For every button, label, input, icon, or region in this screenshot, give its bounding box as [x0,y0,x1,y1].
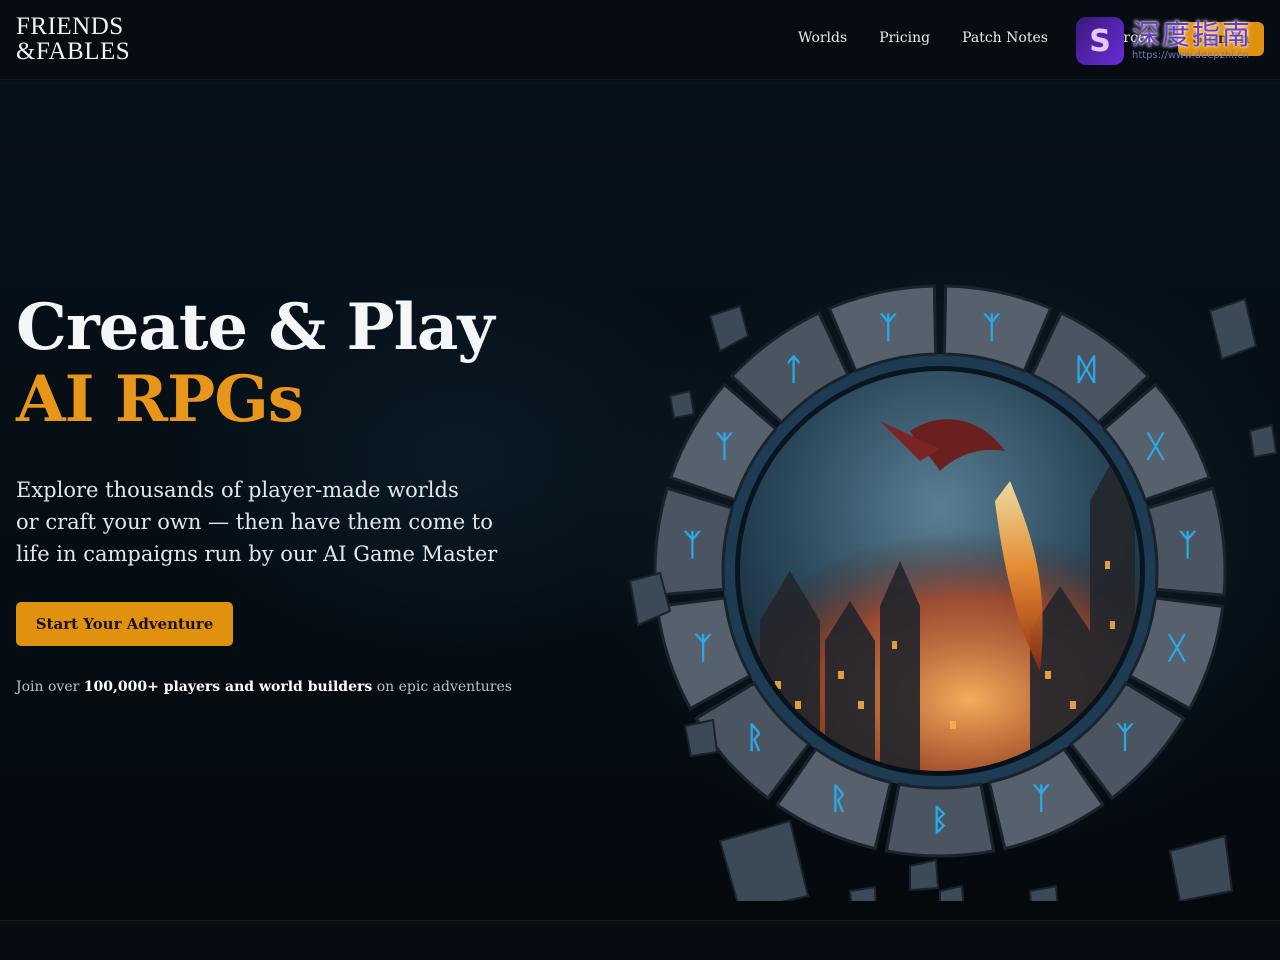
hero-subtitle-line: Explore thousands of player-made worlds [16,478,459,502]
page-footer-strip [0,920,1280,960]
nav-item-patch-notes[interactable]: Patch Notes [962,28,1048,48]
rune-glyph: ᛉ [1179,528,1197,563]
hero-subtitle: Explore thousands of player-made worlds … [16,474,536,570]
hero-title-line-1: Create & Play [16,290,495,365]
rune-glyph: ᛉ [715,430,733,465]
nav-item-worlds[interactable]: Worlds [798,28,847,48]
floating-rock [718,819,810,913]
logo-line-1: FRIENDS [16,13,124,40]
rune-glyph: ᚱ [830,781,848,816]
rune-glyph: ᛒ [931,803,949,838]
watermark-logo-icon: S [1076,17,1124,65]
rune-glyph: ᛏ [785,353,803,388]
floating-rock [1208,297,1258,361]
hero-subtitle-line: or craft your own — then have them come … [16,510,493,534]
watermark-url: https://www.deepzhi.cn [1132,50,1250,61]
nav-item-pricing[interactable]: Pricing [879,28,930,48]
rune-glyph: ᛉ [1032,781,1050,816]
brand-logo[interactable]: FRIENDS &FABLES [16,14,130,64]
rune-glyph: ᚷ [1167,631,1187,666]
rune-glyph: ᚱ [746,721,764,756]
floating-rock [939,884,966,913]
rune-glyph: ᛞ [1077,353,1095,388]
floating-rock [683,718,719,758]
floating-rock [1028,884,1060,915]
rune-portal-svg: ᛉ ᛞ ᚷ ᛉ ᚷ ᛉ ᛉ ᛒ ᚱ ᚱ ᛉ ᛉ ᛉ ᛏ ᛉ [628,284,1278,915]
rune-glyph: ᛉ [1116,721,1134,756]
rune-glyph: ᛉ [983,310,1001,345]
rune-portal-illustration: ᛉ ᛞ ᚷ ᛉ ᚷ ᛉ ᛉ ᛒ ᚱ ᚱ ᛉ ᛉ ᛉ ᛏ ᛉ [610,201,1280,915]
social-proof-prefix: Join over [16,679,80,695]
floating-rock [909,858,940,892]
hero-subtitle-line: life in campaigns run by our AI Game Mas… [16,542,498,566]
watermark-title: 深度指南 [1132,18,1253,51]
rune-glyph: ᛉ [683,528,701,563]
hero-title: Create & Play AI RPGs [16,290,495,437]
floating-rock [1248,423,1278,459]
floating-rock [708,304,750,353]
floating-rock [848,885,878,913]
rune-glyph: ᛉ [879,310,897,345]
start-adventure-button[interactable]: Start Your Adventure [16,602,233,646]
social-proof-count: 100,000+ players and world builders [83,679,373,695]
floating-rock [668,389,696,420]
watermark-badge: S 深度指南 https://www.deepzhi.cn [1076,16,1266,66]
hero-section: Create & Play AI RPGs Explore thousands … [0,81,1280,920]
floating-rock [1168,834,1234,903]
rune-glyph: ᛉ [694,631,712,666]
rune-glyph: ᚷ [1146,430,1166,465]
logo-line-2: &FABLES [16,38,131,65]
social-proof: Join over 100,000+ players and world bui… [16,679,512,695]
social-proof-suffix: on epic adventures [376,679,512,695]
site-header: FRIENDS &FABLES Worlds Pricing Patch Not… [0,0,1280,80]
landing-page: FRIENDS &FABLES Worlds Pricing Patch Not… [0,0,1280,960]
hero-title-line-2: AI RPGs [16,362,304,437]
